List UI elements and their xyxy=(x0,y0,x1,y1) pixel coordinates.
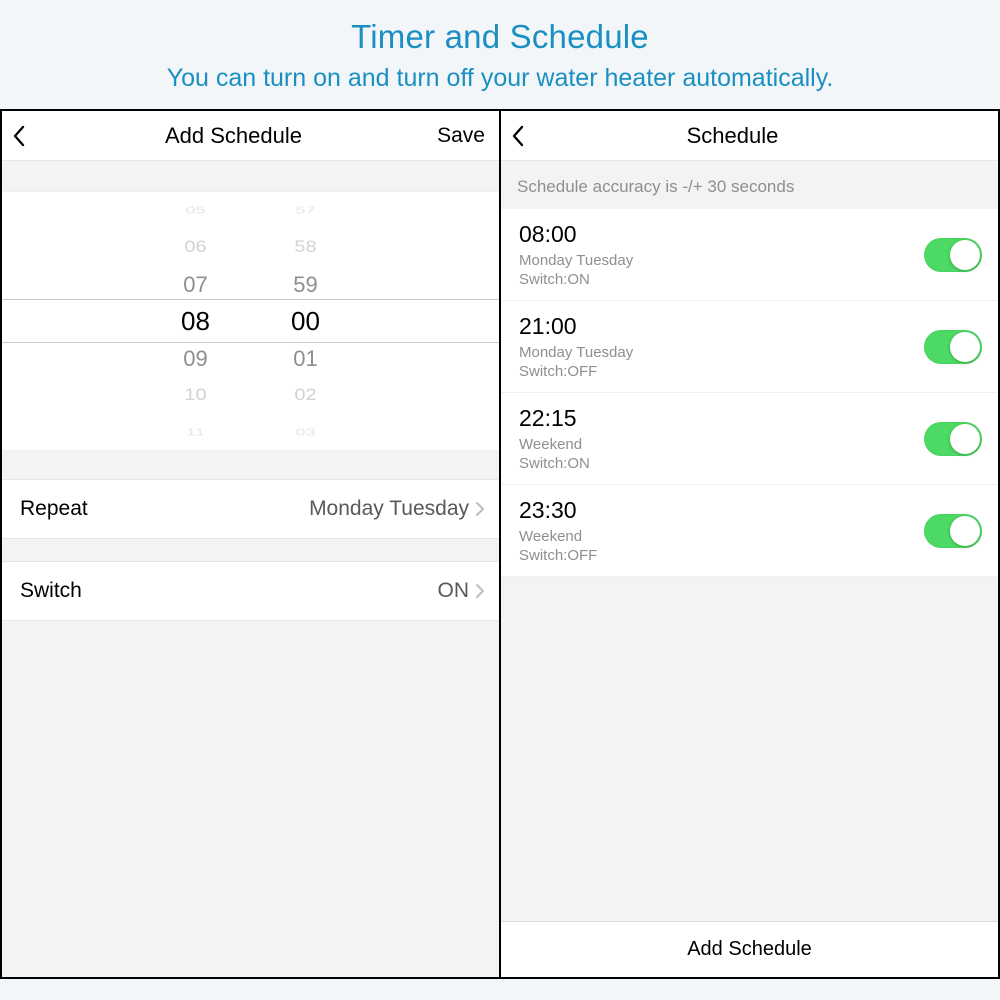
picker-value: 07 xyxy=(183,266,207,303)
schedule-days: Weekend xyxy=(519,528,597,545)
schedule-row[interactable]: 08:00 Monday Tuesday Switch:ON xyxy=(501,209,998,301)
schedule-toggle[interactable] xyxy=(924,514,982,548)
schedule-time: 23:30 xyxy=(519,497,597,524)
picker-value: 09 xyxy=(183,340,207,377)
picker-value: 59 xyxy=(293,266,317,303)
schedule-days: Weekend xyxy=(519,436,590,453)
switch-value: ON xyxy=(438,579,470,603)
chevron-right-icon xyxy=(475,583,485,599)
schedule-switch: Switch:OFF xyxy=(519,363,633,380)
schedule-row[interactable]: 22:15 Weekend Switch:ON xyxy=(501,393,998,485)
chevron-right-icon xyxy=(475,501,485,517)
page-title: Schedule xyxy=(541,123,924,149)
repeat-label: Repeat xyxy=(20,497,88,521)
hour-column[interactable]: 05 06 07 08 09 10 11 xyxy=(166,192,226,450)
schedule-list: 08:00 Monday Tuesday Switch:ON 21:00 Mon… xyxy=(501,209,998,577)
schedule-days: Monday Tuesday xyxy=(519,252,633,269)
navbar: Schedule xyxy=(501,111,998,161)
repeat-row[interactable]: Repeat Monday Tuesday xyxy=(2,479,499,539)
schedule-toggle[interactable] xyxy=(924,330,982,364)
toggle-knob xyxy=(950,424,980,454)
chevron-left-icon xyxy=(511,125,525,147)
schedule-time: 22:15 xyxy=(519,405,590,432)
accuracy-note: Schedule accuracy is -/+ 30 seconds xyxy=(501,161,998,209)
banner-subtitle: You can turn on and turn off your water … xyxy=(0,64,1000,93)
picker-value: 10 xyxy=(184,379,206,410)
banner-title: Timer and Schedule xyxy=(0,18,1000,56)
picker-value: 02 xyxy=(294,379,316,410)
schedule-toggle[interactable] xyxy=(924,422,982,456)
picker-value: 03 xyxy=(295,422,315,442)
schedule-switch: Switch:OFF xyxy=(519,547,597,564)
back-button[interactable] xyxy=(511,125,541,147)
switch-row[interactable]: Switch ON xyxy=(2,561,499,621)
picker-value-selected: 08 xyxy=(181,303,210,340)
screen-schedule-list: Schedule Schedule accuracy is -/+ 30 sec… xyxy=(500,109,1000,979)
picker-value: 01 xyxy=(293,340,317,377)
switch-label: Switch xyxy=(20,579,82,603)
schedule-switch: Switch:ON xyxy=(519,271,633,288)
save-button[interactable]: Save xyxy=(425,124,485,148)
navbar: Add Schedule Save xyxy=(2,111,499,161)
schedule-row[interactable]: 21:00 Monday Tuesday Switch:OFF xyxy=(501,301,998,393)
picker-value: 57 xyxy=(295,200,315,220)
minute-column[interactable]: 57 58 59 00 01 02 03 xyxy=(276,192,336,450)
schedule-time: 08:00 xyxy=(519,221,633,248)
picker-value: 06 xyxy=(184,231,206,262)
add-schedule-button[interactable]: Add Schedule xyxy=(501,921,998,977)
picker-value-selected: 00 xyxy=(291,303,320,340)
schedule-row[interactable]: 23:30 Weekend Switch:OFF xyxy=(501,485,998,577)
toggle-knob xyxy=(950,332,980,362)
schedule-toggle[interactable] xyxy=(924,238,982,272)
page-title: Add Schedule xyxy=(42,123,425,149)
screen-add-schedule: Add Schedule Save 05 06 07 08 09 10 11 5… xyxy=(0,109,500,979)
toggle-knob xyxy=(950,240,980,270)
schedule-time: 21:00 xyxy=(519,313,633,340)
schedule-days: Monday Tuesday xyxy=(519,344,633,361)
picker-value: 58 xyxy=(294,231,316,262)
chevron-left-icon xyxy=(12,125,26,147)
schedule-switch: Switch:ON xyxy=(519,455,590,472)
picker-value: 11 xyxy=(186,422,205,442)
repeat-value: Monday Tuesday xyxy=(309,497,469,521)
back-button[interactable] xyxy=(12,125,42,147)
toggle-knob xyxy=(950,516,980,546)
time-picker[interactable]: 05 06 07 08 09 10 11 57 58 59 00 01 02 0… xyxy=(2,191,499,451)
picker-value: 05 xyxy=(185,200,205,220)
marketing-banner: Timer and Schedule You can turn on and t… xyxy=(0,0,1000,109)
